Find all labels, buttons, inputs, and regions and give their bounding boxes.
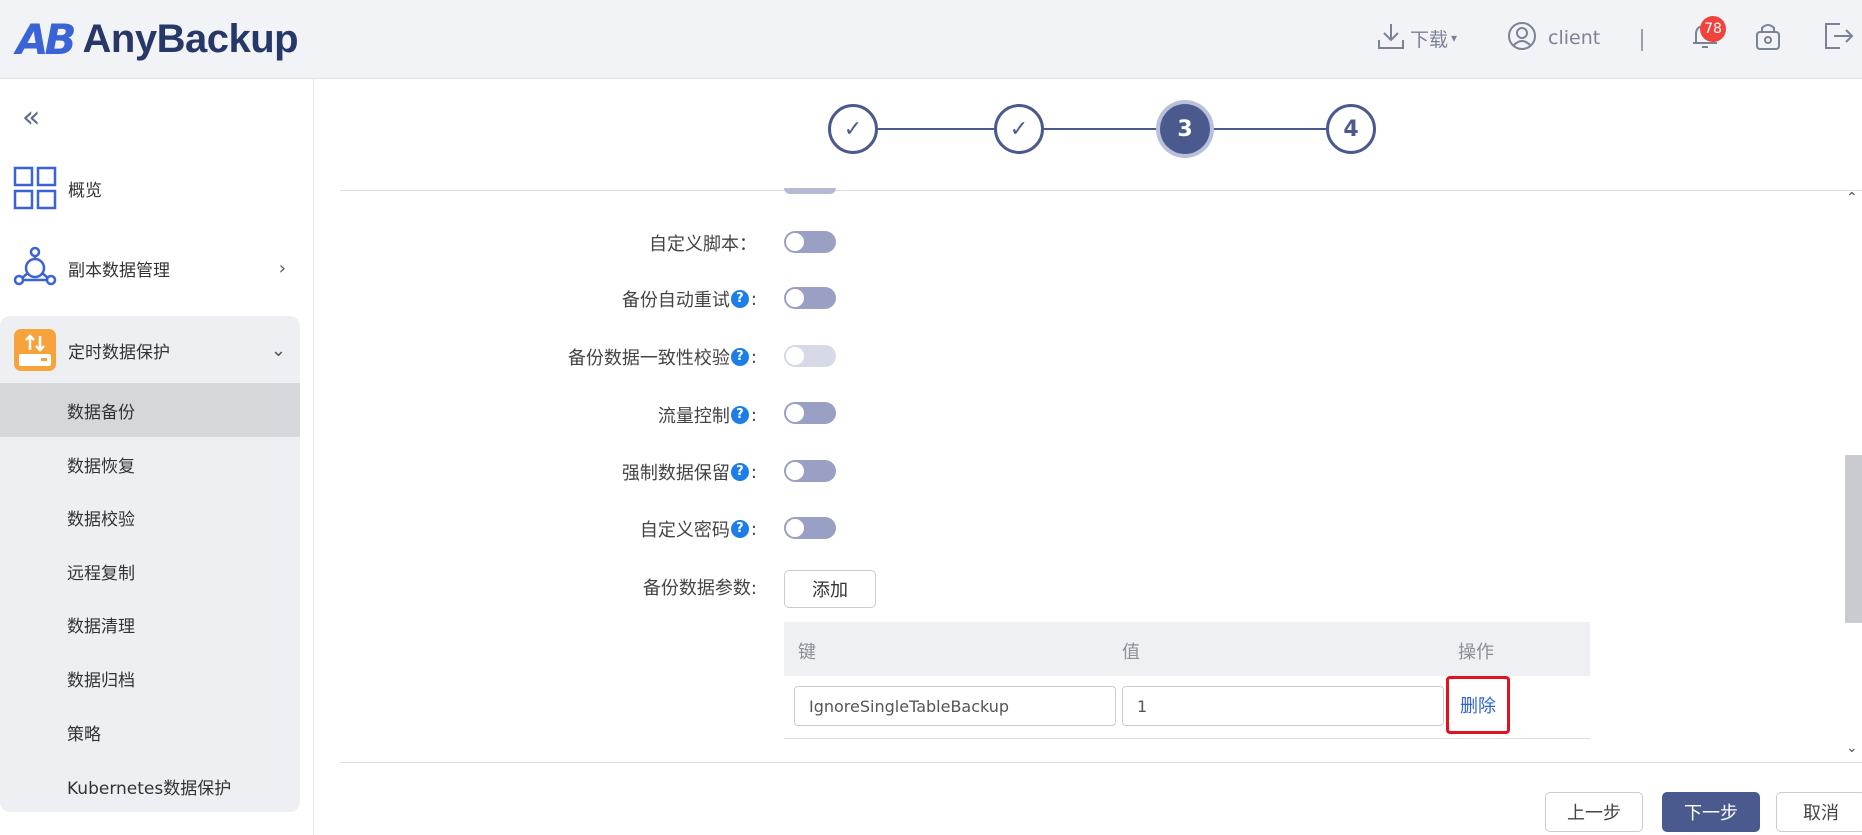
backup-params-label: 备份数据参数: [642,578,757,599]
lock-icon [1753,20,1783,57]
step-connector [1044,128,1160,130]
help-icon[interactable]: ? [730,520,749,538]
step-connector [1210,128,1326,130]
sidebar-subitem-data-restore[interactable]: 数据恢复 [0,437,300,491]
consistency-check-toggle[interactable] [784,345,836,367]
chevron-down-icon: ▾ [1451,31,1458,45]
auto-retry-toggle[interactable] [784,287,836,309]
sidebar-subitem-data-verify[interactable]: 数据校验 [0,490,300,544]
sidebar-subitem-kubernetes[interactable]: Kubernetes数据保护 [0,759,300,813]
row-label-text: 强制数据保留 [621,463,730,484]
delete-param-button[interactable]: 删除 [1446,676,1510,734]
network-icon [12,245,58,291]
column-header-key: 键 [798,642,816,663]
header-divider [1641,29,1643,51]
table-row: IgnoreSingleTableBackup 1 删除 [784,676,1590,739]
download-icon [1376,21,1406,56]
step-4: 4 [1326,104,1376,154]
custom-script-label: 自定义脚本： [649,230,757,256]
param-key-input[interactable]: IgnoreSingleTableBackup [794,686,1116,726]
force-retention-label: 强制数据保留?: [622,459,757,485]
sidebar-item-label: 副本数据管理 [68,260,170,281]
column-header-action: 操作 [1458,642,1494,663]
download-label: 下载 [1410,28,1449,51]
scroll-down-arrow-icon[interactable]: ⌄ [1846,740,1858,756]
help-icon[interactable]: ? [730,290,749,308]
download-menu[interactable]: 下载 ▾ [1376,14,1457,62]
chevron-down-icon: ⌄ [270,339,286,361]
next-step-button[interactable]: 下一步 [1662,792,1760,832]
sidebar-subitem-remote-replication[interactable]: 远程复制 [0,544,300,598]
row-label-text: 流量控制 [657,406,730,427]
logo: AB AnyBackup [16,12,299,66]
sidebar-subitem-policy[interactable]: 策略 [0,705,300,759]
row-label-text: 备份数据一致性校验 [567,348,730,369]
collapse-sidebar-button[interactable]: « [22,100,40,135]
lock-button[interactable] [1753,14,1783,62]
help-icon[interactable]: ? [730,463,749,481]
help-icon[interactable]: ? [730,348,749,366]
sidebar-subitem-data-archive[interactable]: 数据归档 [0,651,300,705]
chevron-right-icon: › [278,257,286,279]
previous-step-button[interactable]: 上一步 [1545,792,1643,832]
help-icon[interactable]: ? [730,406,749,424]
step-3: 3 [1160,104,1210,154]
user-icon [1506,20,1538,57]
sidebar-item-overview[interactable]: 概览 [0,160,300,216]
custom-password-toggle[interactable] [784,517,836,539]
params-table-header: 键 值 操作 [784,622,1590,676]
sidebar-subitem-data-backup[interactable]: 数据备份 [0,383,300,437]
sidebar-item-copy-data[interactable]: 副本数据管理 › [0,240,300,296]
row-label-suffix: : [750,404,757,426]
column-header-value: 值 [1122,642,1140,663]
notification-badge: 78 [1700,16,1726,42]
panel-top-border [340,190,1862,191]
user-menu[interactable]: client [1506,14,1600,62]
step-connector [878,128,994,130]
scrollbar-thumb[interactable] [1845,455,1862,623]
scroll-up-arrow-icon[interactable]: ⌃ [1846,190,1858,206]
grid-icon [12,165,58,211]
row-label-suffix: : [750,518,757,540]
custom-password-label: 自定义密码 ?: [640,516,757,542]
step-1-check-icon: ✓ [828,104,878,154]
logo-text: AnyBackup [82,16,299,61]
backup-drive-icon [12,327,58,373]
sidebar-item-label: 定时数据保护 [68,342,170,363]
row-label-text: 自定义脚本： [649,234,757,255]
flow-control-toggle[interactable] [784,402,836,424]
force-retention-toggle[interactable] [784,460,836,482]
custom-script-toggle[interactable] [784,231,836,253]
logo-mark: AB [16,14,76,64]
flow-control-label: 流量控制?: [658,402,757,428]
consistency-check-label: 备份数据一致性校验?: [568,344,757,370]
sidebar-item-label: 概览 [68,180,102,201]
step-2-check-icon: ✓ [994,104,1044,154]
top-header: AB AnyBackup 下载 ▾ client 78 [0,0,1862,79]
user-name: client [1548,27,1601,49]
auto-retry-label: 备份自动重试?: [622,286,757,312]
cancel-button[interactable]: 取消 [1776,792,1862,832]
row-label-text: 自定义密码 [639,520,730,541]
logout-button[interactable] [1822,14,1856,62]
param-value-input[interactable]: 1 [1122,686,1444,726]
row-label-suffix: : [750,461,757,483]
sidebar-item-scheduled-protection[interactable]: 定时数据保护 ⌄ [0,322,300,378]
panel-bottom-border [340,762,1862,763]
row-label-suffix: : [750,346,757,368]
row-label-suffix: : [750,288,757,310]
add-param-button[interactable]: 添加 [784,570,876,608]
toggle-cut-off [784,188,836,194]
sidebar-subitem-data-cleanup[interactable]: 数据清理 [0,597,300,651]
logout-icon [1822,20,1856,57]
row-label-text: 备份自动重试 [621,290,730,311]
